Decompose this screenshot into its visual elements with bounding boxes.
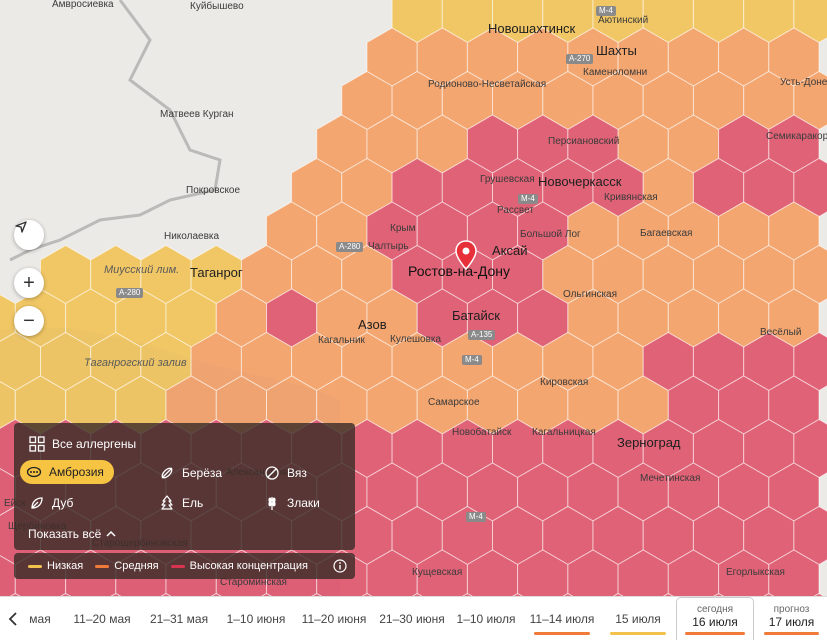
road-shield: М-4	[596, 6, 616, 16]
timeline-label: мая	[29, 612, 51, 626]
timeline-item[interactable]: мая	[26, 597, 54, 640]
timeline-item[interactable]: 21–30 июня	[372, 597, 452, 640]
allergen-ambrosia[interactable]: Амброзия	[20, 460, 114, 484]
allergen-label: Вяз	[287, 466, 307, 480]
timeline-item[interactable]: 11–20 июня	[294, 597, 374, 640]
timeline-date: 17 июля	[768, 614, 815, 629]
timeline-label: 21–31 мая	[149, 612, 209, 626]
date-timeline: мая 11–20 мая 21–31 мая 1–10 июня 11–20 июня…	[0, 596, 827, 640]
grass-icon	[263, 494, 281, 512]
timeline-prev-button[interactable]	[0, 597, 26, 640]
timeline-label: 21–30 июня	[379, 612, 445, 626]
timeline-level-bar	[764, 632, 819, 635]
allergen-label: Амброзия	[49, 465, 104, 479]
road-shield: М-4	[462, 355, 482, 365]
road-shield: М-4	[518, 194, 538, 204]
ambrosia-icon	[25, 463, 43, 481]
timeline-label: 11–20 июня	[301, 612, 367, 626]
legend-label: Высокая концентрация	[189, 560, 308, 572]
legend-item-low: Низкая	[28, 560, 83, 572]
map-pin-icon[interactable]	[455, 240, 477, 270]
concentration-legend: Низкая Средняя Высокая концентрация	[14, 553, 355, 579]
timeline-item[interactable]: 21–31 мая	[136, 597, 222, 640]
legend-item-medium: Средняя	[95, 560, 159, 572]
timeline-date: 16 июля	[692, 615, 738, 629]
allergen-label: Берёза	[182, 466, 223, 480]
allergen-grass[interactable]: Злаки	[263, 494, 320, 512]
timeline-item[interactable]: прогноз 17 июля	[756, 597, 827, 640]
chevron-left-icon	[8, 612, 17, 626]
allergen-label: Ель	[182, 496, 204, 510]
grid-icon	[28, 435, 46, 453]
allergen-panel: Все аллергены Амброзия Берёза Вяз Дуб Ел…	[14, 423, 355, 550]
timeline-label: 11–14 июля	[529, 612, 595, 626]
timeline-label: 15 июля	[615, 612, 661, 626]
timeline-item[interactable]: 11–20 мая	[58, 597, 146, 640]
show-all-label: Показать всё	[28, 527, 102, 541]
timeline-item[interactable]: сегодня 16 июля	[676, 597, 754, 640]
road-shield: А-270	[566, 54, 594, 64]
allergen-elm[interactable]: Вяз	[263, 464, 307, 482]
timeline-level-bar	[685, 632, 745, 635]
zoom-out-button[interactable]: −	[14, 306, 44, 336]
birch-icon	[158, 464, 176, 482]
road-shield: А-280	[116, 288, 144, 298]
chevron-up-icon	[106, 530, 116, 538]
country-border	[9, 0, 222, 262]
legend-swatch	[28, 564, 42, 568]
all-allergens-button[interactable]: Все аллергены	[28, 435, 136, 453]
allergen-oak[interactable]: Дуб	[28, 494, 73, 512]
timeline-label: прогноз	[773, 603, 810, 615]
legend-label: Средняя	[114, 560, 159, 572]
info-icon[interactable]	[333, 559, 347, 573]
locate-button[interactable]	[14, 220, 44, 250]
elm-icon	[263, 464, 281, 482]
oak-icon	[28, 494, 46, 512]
all-allergens-label: Все аллергены	[52, 437, 137, 451]
timeline-item[interactable]: 15 июля	[602, 597, 674, 640]
timeline-label: 11–20 мая	[73, 612, 131, 626]
timeline-level-bar	[610, 632, 666, 635]
road-shield: А-135	[468, 330, 496, 340]
allergen-spruce[interactable]: Ель	[158, 494, 203, 512]
timeline-label: 1–10 июня	[226, 612, 286, 626]
timeline-label: 1–10 июля	[456, 612, 516, 626]
timeline-level-bar	[534, 632, 590, 635]
legend-item-high: Высокая концентрация	[170, 560, 308, 572]
timeline-item[interactable]: 1–10 июня	[216, 597, 296, 640]
zoom-in-button[interactable]: +	[14, 268, 44, 298]
spruce-icon	[158, 494, 176, 512]
allergen-label: Злаки	[287, 496, 320, 510]
allergen-birch[interactable]: Берёза	[158, 464, 222, 482]
show-all-toggle[interactable]: Показать всё	[28, 527, 116, 541]
road-shield: А-280	[336, 242, 364, 252]
navigation-arrow-icon	[15, 221, 27, 233]
legend-swatch	[95, 564, 110, 568]
legend-label: Низкая	[47, 560, 84, 572]
allergen-label: Дуб	[52, 496, 74, 510]
timeline-item[interactable]: 1–10 июля	[448, 597, 524, 640]
timeline-item[interactable]: 11–14 июля	[526, 597, 598, 640]
road-shield: М-4	[466, 512, 486, 522]
timeline-label: сегодня	[696, 604, 734, 615]
legend-swatch	[170, 564, 185, 568]
